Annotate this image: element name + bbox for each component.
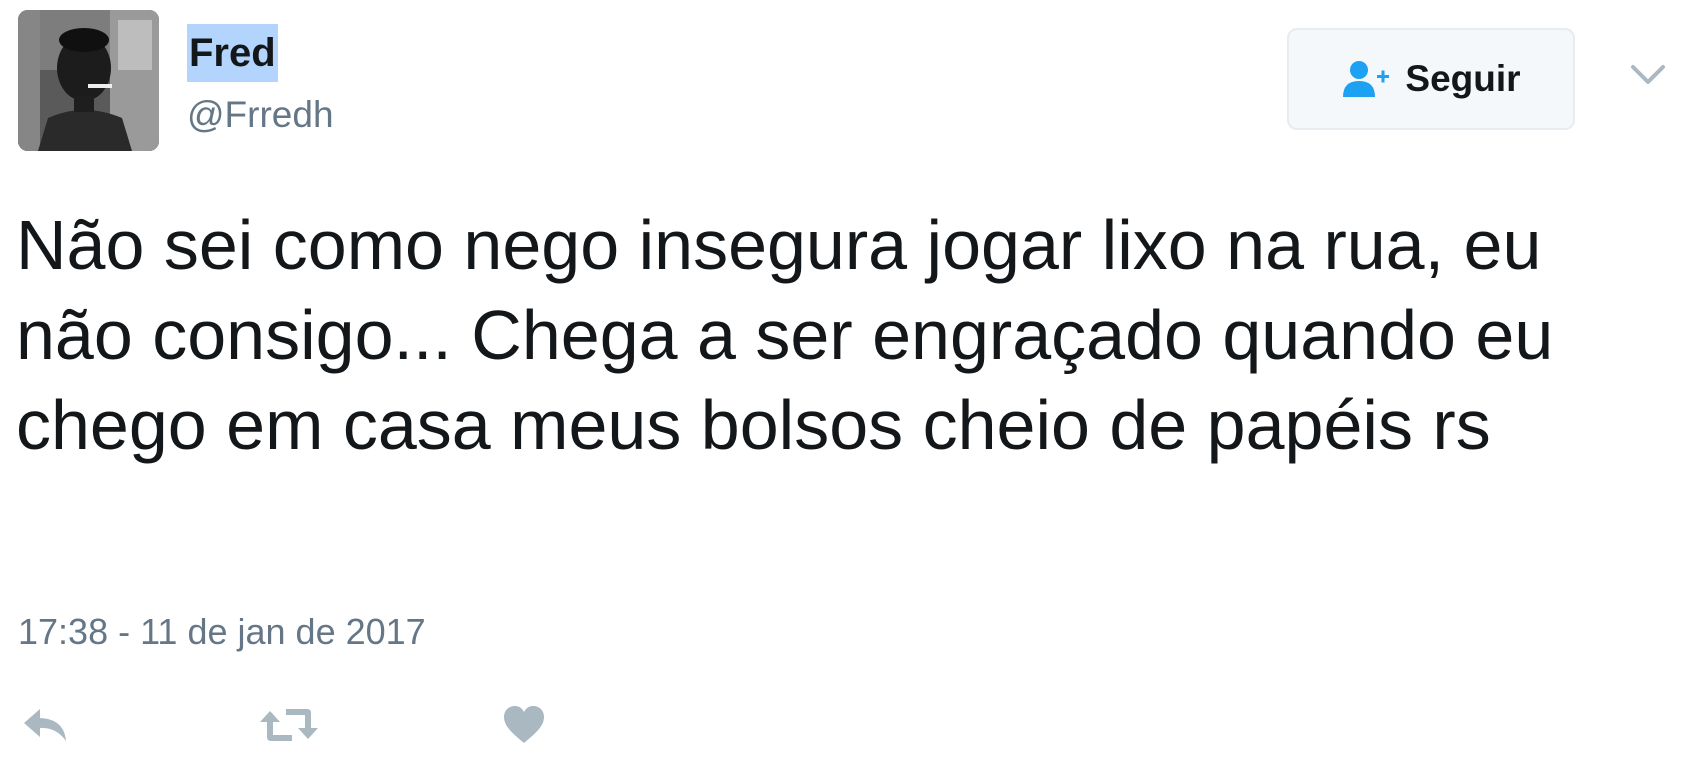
tweet-text: Não sei como nego insegura jogar lixo na… bbox=[16, 206, 1554, 464]
like-button[interactable] bbox=[502, 705, 546, 750]
follow-button[interactable]: Seguir bbox=[1287, 28, 1575, 130]
tweet-card: Fred @Frredh Seguir Não sei como nego in… bbox=[0, 0, 1695, 777]
user-handle[interactable]: @Frredh bbox=[187, 91, 334, 139]
reply-icon bbox=[24, 709, 66, 741]
retweet-icon bbox=[260, 709, 318, 741]
display-name[interactable]: Fred bbox=[187, 24, 278, 82]
reply-button[interactable] bbox=[22, 705, 70, 750]
avatar[interactable] bbox=[18, 10, 159, 151]
user-follow-icon bbox=[1343, 61, 1390, 97]
tweet-timestamp[interactable]: 17:38 - 11 de jan de 2017 bbox=[18, 608, 426, 656]
avatar-photo bbox=[18, 10, 159, 151]
retweet-button[interactable] bbox=[258, 705, 320, 750]
heart-icon bbox=[504, 706, 544, 743]
follow-button-label: Seguir bbox=[1405, 58, 1521, 99]
chevron-down-icon[interactable] bbox=[1630, 62, 1666, 88]
